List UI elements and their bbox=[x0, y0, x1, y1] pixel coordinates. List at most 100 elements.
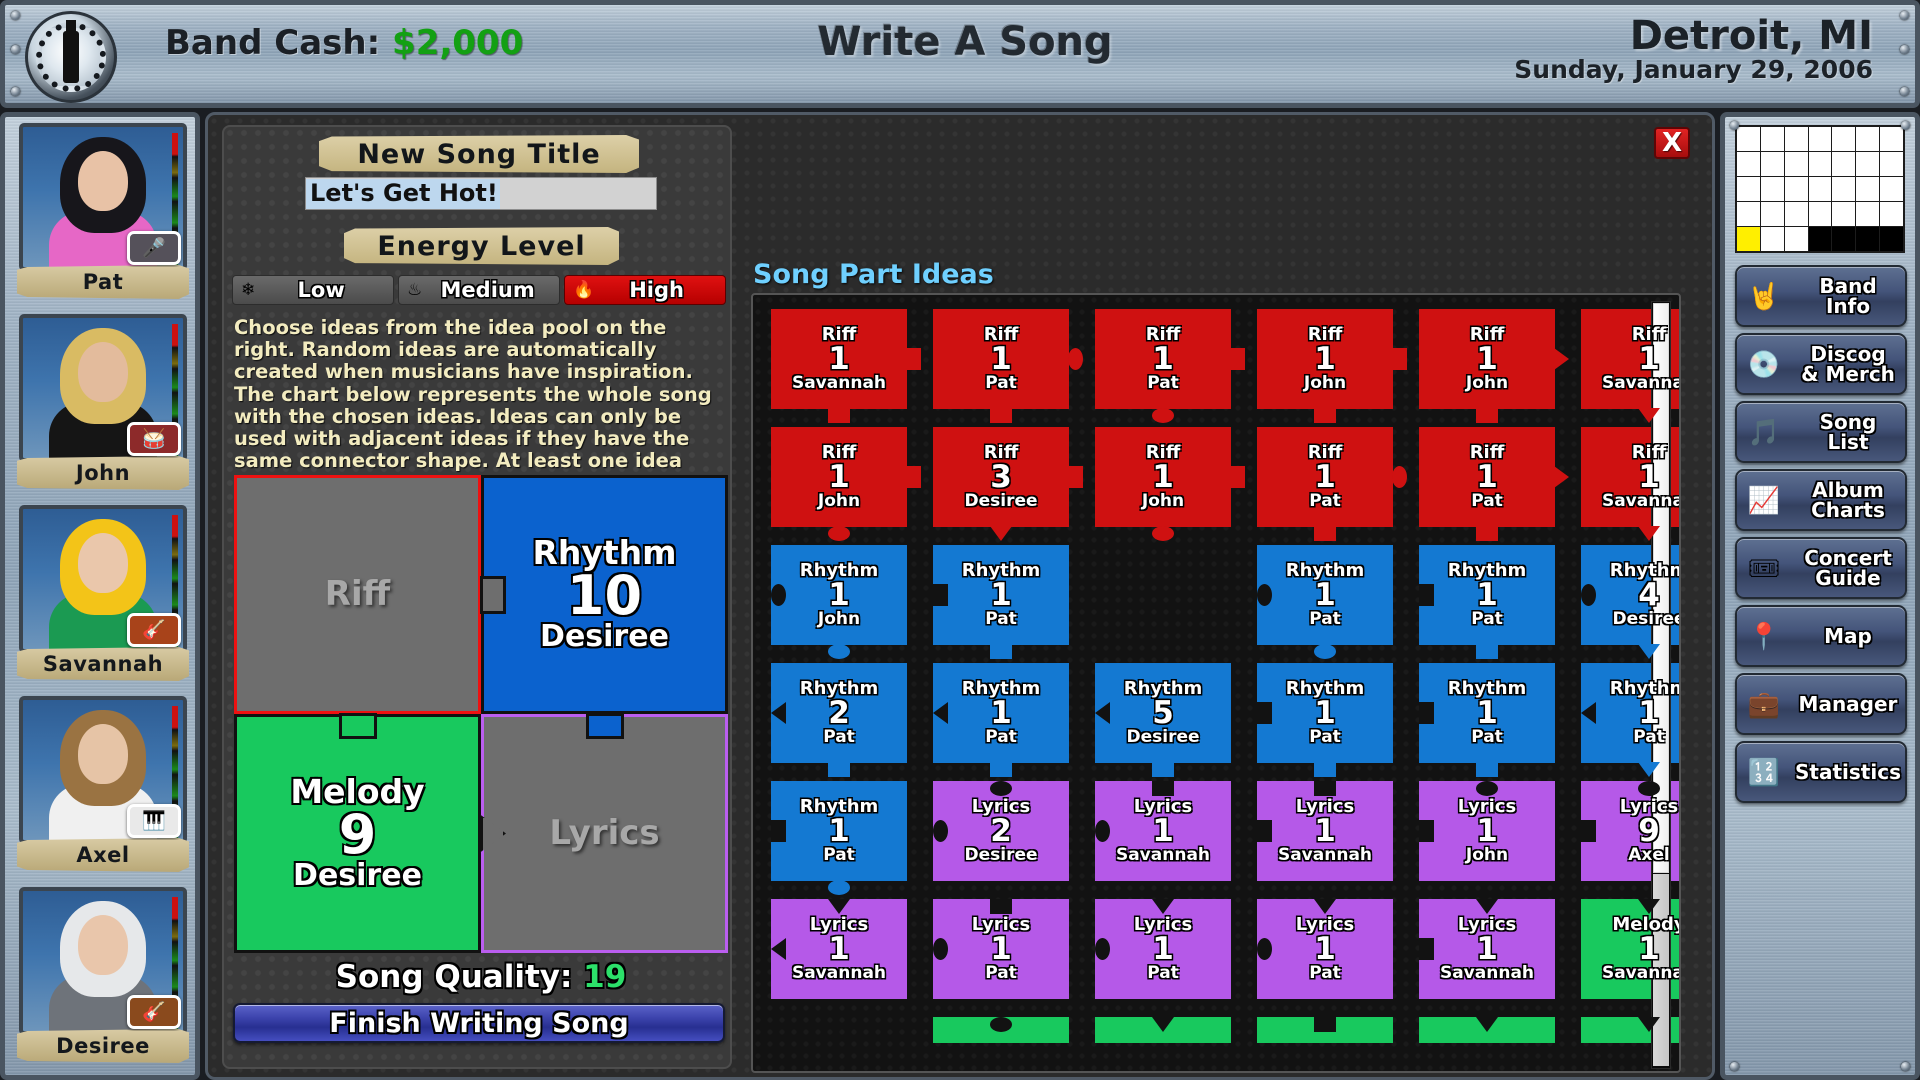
calendar-day-cell[interactable] bbox=[1809, 152, 1832, 176]
idea-piece-melody[interactable] bbox=[933, 1017, 1069, 1043]
calendar-day-cell[interactable] bbox=[1832, 152, 1855, 176]
idea-piece-melody[interactable] bbox=[1257, 1017, 1393, 1043]
idea-piece-rhythm[interactable]: Rhythm1Pat bbox=[1419, 663, 1555, 763]
calendar-day-cell[interactable] bbox=[1809, 202, 1832, 226]
calendar-day-cell[interactable] bbox=[1880, 202, 1903, 226]
idea-piece-riff[interactable]: Riff1John bbox=[771, 427, 907, 527]
calendar-day-cell[interactable] bbox=[1737, 227, 1760, 251]
idea-piece-rhythm[interactable]: Rhythm1John bbox=[771, 545, 907, 645]
calendar-day-cell[interactable] bbox=[1761, 152, 1784, 176]
calendar-day-cell[interactable] bbox=[1856, 177, 1879, 201]
idea-piece-rhythm[interactable]: Rhythm1Pat bbox=[1257, 545, 1393, 645]
calendar-day-cell[interactable] bbox=[1832, 202, 1855, 226]
ideas-scrollbar[interactable] bbox=[1651, 301, 1671, 1069]
nav-button-band-info[interactable]: 🤘BandInfo bbox=[1735, 265, 1907, 327]
calendar-day-cell[interactable] bbox=[1785, 177, 1808, 201]
band-member-card[interactable]: 🎹Axel bbox=[19, 696, 187, 878]
nav-button-map[interactable]: 📍Map bbox=[1735, 605, 1907, 667]
calendar-day-cell[interactable] bbox=[1761, 227, 1784, 251]
rivet-icon bbox=[11, 87, 20, 96]
song-title-input[interactable]: Let's Get Hot! bbox=[305, 177, 657, 210]
nav-button-statistics[interactable]: 🔢Statistics bbox=[1735, 741, 1907, 803]
nav-button-discog-merch[interactable]: 💿Discog& Merch bbox=[1735, 333, 1907, 395]
calendar-day-cell[interactable] bbox=[1737, 152, 1760, 176]
idea-piece-rhythm[interactable]: Rhythm1Pat bbox=[1257, 663, 1393, 763]
calendar-widget[interactable] bbox=[1735, 125, 1905, 253]
idea-piece-riff[interactable]: Riff1John bbox=[1257, 309, 1393, 409]
idea-piece-lyrics[interactable]: Lyrics1Pat bbox=[1095, 899, 1231, 999]
member-face bbox=[78, 533, 128, 593]
song-part-ideas-pool[interactable]: Riff1Savannah Riff1Pat Riff1Pat Riff1John Ri… bbox=[751, 293, 1681, 1073]
calendar-day-cell[interactable] bbox=[1761, 177, 1784, 201]
idea-piece-riff[interactable]: Riff1John bbox=[1419, 309, 1555, 409]
calendar-day-cell[interactable] bbox=[1785, 152, 1808, 176]
idea-piece-riff[interactable]: Riff1Savannah bbox=[771, 309, 907, 409]
member-face bbox=[78, 342, 128, 402]
calendar-day-cell[interactable] bbox=[1880, 177, 1903, 201]
calendar-day-cell[interactable] bbox=[1809, 127, 1832, 151]
band-member-card[interactable]: 🥁John bbox=[19, 314, 187, 496]
song-slot-riff[interactable]: Riff bbox=[234, 475, 481, 714]
calendar-day-cell[interactable] bbox=[1880, 152, 1903, 176]
finish-writing-song-label: Finish Writing Song bbox=[329, 1008, 628, 1039]
idea-piece-melody[interactable] bbox=[1419, 1017, 1555, 1043]
idea-piece-riff[interactable]: Riff1John bbox=[1095, 427, 1231, 527]
idea-piece-rhythm[interactable]: Rhythm5Desiree bbox=[1095, 663, 1231, 763]
calendar-day-cell[interactable] bbox=[1785, 127, 1808, 151]
chart-paper-icon: 📈 bbox=[1737, 487, 1791, 513]
energy-option-medium[interactable]: ♨Medium bbox=[398, 275, 560, 305]
idea-piece-lyrics[interactable]: Lyrics1Savannah bbox=[1257, 781, 1393, 881]
idea-piece-riff[interactable]: Riff1Pat bbox=[1257, 427, 1393, 527]
calendar-day-cell[interactable] bbox=[1856, 152, 1879, 176]
song-slot-rhythm[interactable]: Rhythm10Desiree bbox=[481, 475, 728, 714]
idea-piece-lyrics[interactable]: Lyrics1Savannah bbox=[1095, 781, 1231, 881]
energy-option-high[interactable]: 🔥High bbox=[564, 275, 726, 305]
calendar-day-cell[interactable] bbox=[1832, 177, 1855, 201]
idea-piece-rhythm[interactable]: Rhythm2Pat bbox=[771, 663, 907, 763]
close-icon[interactable]: X bbox=[1654, 127, 1690, 159]
nav-button-album-charts[interactable]: 📈AlbumCharts bbox=[1735, 469, 1907, 531]
song-slot-melody[interactable]: Melody9Desiree bbox=[234, 714, 481, 953]
song-slot-lyrics[interactable]: Lyrics bbox=[481, 714, 728, 953]
connector-square-right-icon bbox=[1068, 466, 1083, 488]
idea-piece-rhythm[interactable]: Rhythm1Pat bbox=[933, 663, 1069, 763]
calendar-day-cell[interactable] bbox=[1785, 227, 1808, 251]
energy-option-low[interactable]: ❄Low bbox=[232, 275, 394, 305]
idea-piece-rhythm[interactable]: Rhythm1Pat bbox=[771, 781, 907, 881]
band-member-card[interactable]: 🎸Desiree bbox=[19, 887, 187, 1069]
nav-button-manager[interactable]: 💼Manager bbox=[1735, 673, 1907, 735]
song-structure-chart[interactable]: RiffRhythm10DesireeMelody9DesireeLyrics bbox=[234, 475, 728, 953]
idea-piece-riff[interactable]: Riff1Pat bbox=[933, 309, 1069, 409]
calendar-day-cell[interactable] bbox=[1761, 127, 1784, 151]
idea-piece-lyrics[interactable]: Lyrics1Savannah bbox=[771, 899, 907, 999]
band-member-card[interactable]: 🎤Pat bbox=[19, 123, 187, 305]
energy-level-selector[interactable]: ❄Low♨Medium🔥High bbox=[232, 275, 726, 305]
calendar-day-cell[interactable] bbox=[1761, 202, 1784, 226]
connector-square-right-icon bbox=[1230, 348, 1245, 370]
idea-piece-riff[interactable]: Riff1Pat bbox=[1419, 427, 1555, 527]
idea-piece-melody[interactable] bbox=[1095, 1017, 1231, 1043]
calendar-day-cell[interactable] bbox=[1856, 202, 1879, 226]
slot-body bbox=[481, 714, 728, 953]
idea-piece-riff[interactable]: Riff1Pat bbox=[1095, 309, 1231, 409]
calendar-day-cell[interactable] bbox=[1785, 202, 1808, 226]
idea-piece-lyrics[interactable]: Lyrics2Desiree bbox=[933, 781, 1069, 881]
band-member-card[interactable]: 🎸Savannah bbox=[19, 505, 187, 687]
idea-piece-lyrics[interactable]: Lyrics1John bbox=[1419, 781, 1555, 881]
idea-piece-lyrics[interactable]: Lyrics1Pat bbox=[933, 899, 1069, 999]
calendar-day-cell[interactable] bbox=[1737, 202, 1760, 226]
calendar-day-cell[interactable] bbox=[1880, 127, 1903, 151]
nav-button-concert-guide[interactable]: 🎟ConcertGuide bbox=[1735, 537, 1907, 599]
idea-piece-lyrics[interactable]: Lyrics1Savannah bbox=[1419, 899, 1555, 999]
idea-piece-rhythm[interactable]: Rhythm1Pat bbox=[933, 545, 1069, 645]
idea-piece-riff[interactable]: Riff3Desiree bbox=[933, 427, 1069, 527]
nav-button-song-list[interactable]: 🎵SongList bbox=[1735, 401, 1907, 463]
calendar-day-cell[interactable] bbox=[1737, 177, 1760, 201]
calendar-day-cell[interactable] bbox=[1856, 127, 1879, 151]
calendar-day-cell[interactable] bbox=[1737, 127, 1760, 151]
calendar-day-cell[interactable] bbox=[1832, 127, 1855, 151]
calendar-day-cell[interactable] bbox=[1809, 177, 1832, 201]
finish-writing-song-button[interactable]: Finish Writing Song bbox=[233, 1003, 725, 1043]
idea-piece-lyrics[interactable]: Lyrics1Pat bbox=[1257, 899, 1393, 999]
idea-piece-rhythm[interactable]: Rhythm1Pat bbox=[1419, 545, 1555, 645]
